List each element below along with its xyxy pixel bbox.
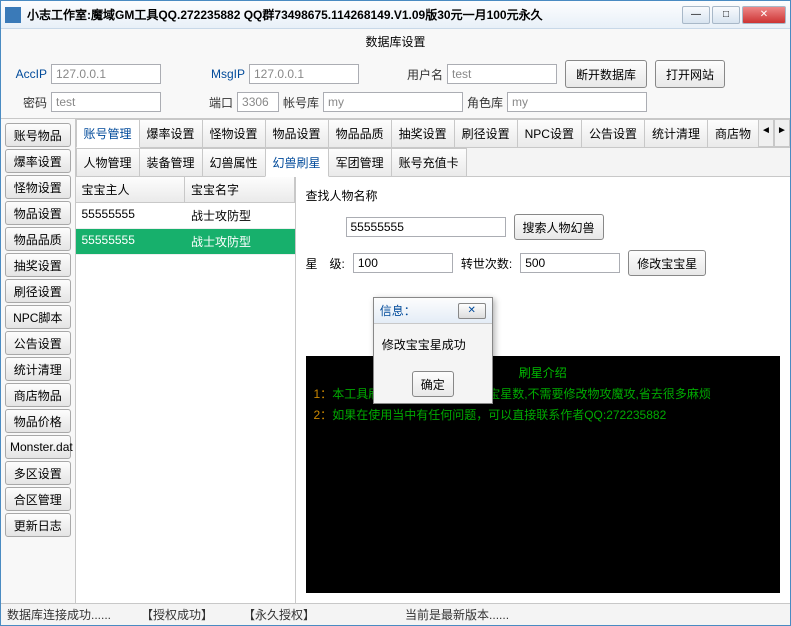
- primary-tab-6[interactable]: 刷径设置: [454, 119, 518, 147]
- search-input[interactable]: [346, 217, 506, 237]
- statusbar: 数据库连接成功...... 【授权成功】 【永久授权】 当前是最新版本.....…: [1, 603, 790, 625]
- rebirth-label: 转世次数:: [461, 255, 512, 272]
- sidebar-item-2[interactable]: 怪物设置: [5, 175, 71, 199]
- primary-tabs: 账号管理爆率设置怪物设置物品设置物品品质抽奖设置刷径设置NPC设置公告设置统计清…: [76, 119, 791, 148]
- col-owner[interactable]: 宝宝主人: [76, 177, 186, 202]
- sidebar-item-8[interactable]: 公告设置: [5, 331, 71, 355]
- dialog-title: 信息：: [380, 302, 416, 319]
- pass-input[interactable]: [51, 92, 161, 112]
- window-title: 小志工作室:魔域GM工具QQ.272235882 QQ群73498675.114…: [27, 6, 682, 23]
- status-version: 当前是最新版本......: [405, 606, 509, 623]
- sidebar-item-0[interactable]: 账号物品: [5, 123, 71, 147]
- secondary-tabs: 人物管理装备管理幻兽属性幻兽刷星军团管理账号充值卡: [76, 148, 791, 177]
- maximize-button[interactable]: □: [712, 6, 740, 24]
- primary-tab-3[interactable]: 物品设置: [265, 119, 329, 147]
- primary-tab-5[interactable]: 抽奖设置: [391, 119, 455, 147]
- rebirth-input[interactable]: [520, 253, 620, 273]
- status-auth: 【授权成功】: [141, 606, 213, 623]
- secondary-tab-2[interactable]: 幻兽属性: [202, 148, 266, 176]
- open-site-button[interactable]: 打开网站: [655, 60, 725, 88]
- accdb-label: 帐号库: [283, 94, 319, 111]
- detail-pane: 查找人物名称 搜索人物幻兽 星 级: 转世次数: 修改宝宝星 刷星介绍: [296, 177, 791, 603]
- sidebar-item-14[interactable]: 合区管理: [5, 487, 71, 511]
- secondary-tab-5[interactable]: 账号充值卡: [391, 148, 467, 176]
- primary-tab-9[interactable]: 统计清理: [644, 119, 708, 147]
- table-row[interactable]: 55555555战士攻防型: [76, 203, 295, 229]
- sidebar-item-1[interactable]: 爆率设置: [5, 149, 71, 173]
- primary-tab-4[interactable]: 物品品质: [328, 119, 392, 147]
- port-input[interactable]: [237, 92, 279, 112]
- dialog-body: 修改宝宝星成功: [374, 324, 492, 365]
- connection-panel: AccIP MsgIP 用户名 断开数据库 打开网站 密码 端口 帐号库 角色库: [1, 54, 790, 118]
- tab-scroll-right[interactable]: ►: [774, 119, 790, 147]
- msgip-label: MsgIP: [209, 67, 245, 81]
- primary-tab-7[interactable]: NPC设置: [517, 119, 582, 147]
- sidebar-item-4[interactable]: 物品品质: [5, 227, 71, 251]
- close-button[interactable]: ✕: [742, 6, 786, 24]
- search-label: 查找人物名称: [306, 187, 781, 204]
- roledb-input[interactable]: [507, 92, 647, 112]
- pass-label: 密码: [11, 94, 47, 111]
- search-button[interactable]: 搜索人物幻兽: [514, 214, 604, 240]
- port-label: 端口: [209, 94, 233, 111]
- sidebar-item-13[interactable]: 多区设置: [5, 461, 71, 485]
- minimize-button[interactable]: —: [682, 6, 710, 24]
- accip-label: AccIP: [11, 67, 47, 81]
- roledb-label: 角色库: [467, 94, 503, 111]
- sidebar-item-6[interactable]: 刷径设置: [5, 279, 71, 303]
- primary-tab-0[interactable]: 账号管理: [76, 119, 140, 148]
- user-input[interactable]: [447, 64, 557, 84]
- star-level-label: 星 级:: [306, 255, 345, 272]
- sidebar-item-11[interactable]: 物品价格: [5, 409, 71, 433]
- status-auth-type: 【永久授权】: [243, 606, 315, 623]
- msgip-input[interactable]: [249, 64, 359, 84]
- panel-title: 数据库设置: [1, 29, 790, 54]
- star-level-input[interactable]: [353, 253, 453, 273]
- sidebar-item-3[interactable]: 物品设置: [5, 201, 71, 225]
- primary-tab-10[interactable]: 商店物: [707, 119, 759, 147]
- secondary-tab-0[interactable]: 人物管理: [76, 148, 140, 176]
- accip-input[interactable]: [51, 64, 161, 84]
- sidebar-item-9[interactable]: 统计清理: [5, 357, 71, 381]
- primary-tab-2[interactable]: 怪物设置: [202, 119, 266, 147]
- modify-star-button[interactable]: 修改宝宝星: [628, 250, 706, 276]
- table-row[interactable]: 55555555战士攻防型: [76, 229, 295, 255]
- accdb-input[interactable]: [323, 92, 463, 112]
- list-pane: 宝宝主人 宝宝名字 55555555战士攻防型55555555战士攻防型: [76, 177, 296, 603]
- tab-scroll-left[interactable]: ◄: [758, 119, 774, 147]
- primary-tab-1[interactable]: 爆率设置: [139, 119, 203, 147]
- user-label: 用户名: [407, 66, 443, 83]
- dialog-close-button[interactable]: ✕: [458, 303, 486, 319]
- status-conn: 数据库连接成功......: [7, 606, 111, 623]
- sidebar-item-15[interactable]: 更新日志: [5, 513, 71, 537]
- sidebar-item-12[interactable]: Monster.dat: [5, 435, 71, 459]
- col-name[interactable]: 宝宝名字: [185, 177, 295, 202]
- sidebar: 账号物品爆率设置怪物设置物品设置物品品质抽奖设置刷径设置NPC脚本公告设置统计清…: [1, 119, 76, 603]
- primary-tab-8[interactable]: 公告设置: [581, 119, 645, 147]
- dialog-ok-button[interactable]: 确定: [412, 371, 454, 397]
- sidebar-item-10[interactable]: 商店物品: [5, 383, 71, 407]
- app-icon: [5, 7, 21, 23]
- disconnect-button[interactable]: 断开数据库: [565, 60, 647, 88]
- secondary-tab-1[interactable]: 装备管理: [139, 148, 203, 176]
- titlebar: 小志工作室:魔域GM工具QQ.272235882 QQ群73498675.114…: [1, 1, 790, 29]
- sidebar-item-7[interactable]: NPC脚本: [5, 305, 71, 329]
- info-dialog: 信息： ✕ 修改宝宝星成功 确定: [373, 297, 493, 404]
- sidebar-item-5[interactable]: 抽奖设置: [5, 253, 71, 277]
- secondary-tab-4[interactable]: 军团管理: [328, 148, 392, 176]
- secondary-tab-3[interactable]: 幻兽刷星: [265, 148, 329, 177]
